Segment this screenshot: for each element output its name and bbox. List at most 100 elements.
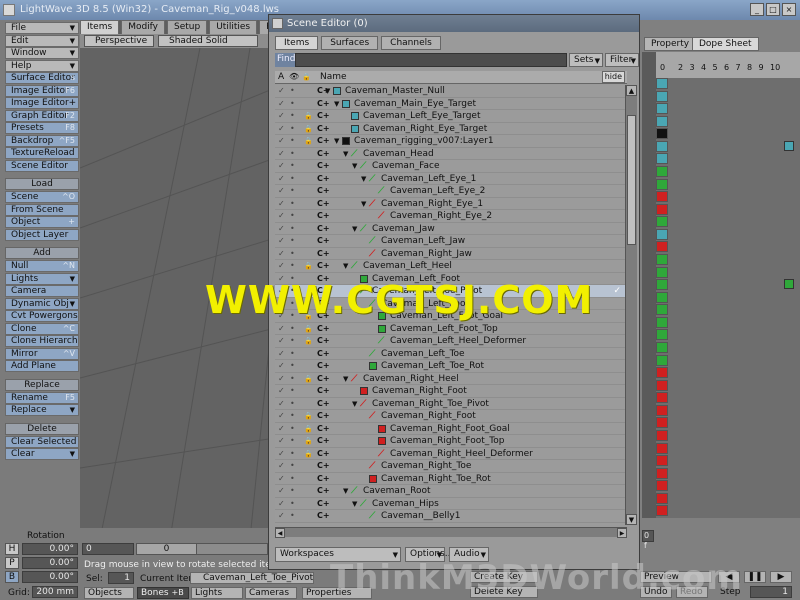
visibility-toggle-icon[interactable]: •: [290, 173, 298, 185]
hide-button[interactable]: hide: [601, 71, 625, 83]
scrollbar-thumb[interactable]: [627, 115, 636, 245]
left-btn-scene-editor[interactable]: Scene Editor: [5, 159, 79, 172]
scene-item-row[interactable]: ✓ • C+ ▼ Caveman_Main_Eye_Target: [275, 98, 625, 110]
active-check-icon[interactable]: ✓: [278, 348, 286, 360]
scene-item-row[interactable]: ✓ • C+ ⟋ Caveman_Left_Toe: [275, 348, 625, 360]
scroll-down-icon[interactable]: ▼: [626, 514, 637, 525]
visibility-toggle-icon[interactable]: •: [290, 373, 298, 385]
active-check-icon[interactable]: ✓: [278, 448, 286, 460]
scene-item-row[interactable]: ✓ • C+ Caveman_Right_Foot: [275, 385, 625, 398]
lock-toggle-icon[interactable]: 🔒: [304, 373, 313, 385]
scene-item-row[interactable]: ✓ • C+ ⟋ Caveman_Left_Eye_2: [275, 185, 625, 198]
dope-sheet-channel-cell[interactable]: [656, 266, 668, 278]
left-btn-clone-hierarchy[interactable]: Clone Hierarchy: [5, 335, 79, 347]
dope-sheet-channel-cell[interactable]: [656, 216, 668, 228]
scene-item-row[interactable]: ✓ • 🔒 C+ ▼ ⟋ Caveman_Right_Heel: [275, 373, 625, 385]
lock-toggle-icon[interactable]: 🔒: [304, 135, 313, 147]
play-forward-button[interactable]: ▶: [770, 571, 792, 583]
scene-item-row[interactable]: ✓ • C+ ▼ ⟋ Caveman_Jaw: [275, 223, 625, 235]
frame-field[interactable]: 0 f: [642, 530, 654, 550]
active-check-icon[interactable]: ✓: [278, 510, 286, 522]
dope-sheet-channel-cell[interactable]: [656, 442, 668, 454]
tab-property[interactable]: Property: [644, 37, 697, 51]
sets-dropdown[interactable]: Sets: [569, 53, 603, 67]
dope-sheet-channel-cell[interactable]: [656, 166, 668, 177]
p-rotation-field[interactable]: 0.00°: [22, 557, 78, 569]
visibility-toggle-icon[interactable]: •: [290, 285, 298, 297]
expand-triangle-icon[interactable]: ▼: [334, 135, 339, 147]
tab-utilities[interactable]: Utilities: [209, 20, 258, 34]
close-button[interactable]: ×: [782, 3, 796, 16]
visibility-toggle-icon[interactable]: •: [290, 473, 298, 485]
visibility-toggle-icon[interactable]: •: [290, 235, 298, 247]
list-vertical-scrollbar[interactable]: ▲ ▼: [625, 85, 637, 525]
visibility-toggle-icon[interactable]: •: [290, 273, 298, 285]
active-check-icon[interactable]: ✓: [278, 98, 286, 110]
cameras-button[interactable]: Cameras: [245, 587, 297, 599]
left-btn-dynamic-obj[interactable]: Dynamic Obj: [5, 297, 79, 310]
scene-item-row[interactable]: ✓ • C+ ▼ ⟋ Caveman_Head: [275, 148, 625, 160]
scene-item-row[interactable]: ✓ • C+ ⟋ Caveman__Belly1: [275, 510, 625, 523]
dope-sheet-channel-cell[interactable]: [656, 153, 668, 165]
scene-item-row[interactable]: ✓ • C+ Caveman_Right_Toe_Rot: [275, 473, 625, 485]
dope-sheet-channel-cell[interactable]: [656, 430, 668, 441]
dope-sheet-channel-cell[interactable]: [656, 191, 668, 203]
active-check-icon[interactable]: ✓: [278, 273, 286, 285]
dope-sheet-grid[interactable]: [656, 78, 800, 518]
tab-se-items[interactable]: Items: [275, 36, 319, 50]
visibility-toggle-icon[interactable]: •: [290, 460, 298, 472]
scene-item-row[interactable]: ✓ • 🔒 C+ ⟋ Caveman_Right_Heel_Deformer: [275, 448, 625, 460]
col-a[interactable]: A: [278, 71, 284, 83]
active-check-icon[interactable]: ✓: [278, 235, 286, 247]
left-btn-window[interactable]: Window: [5, 47, 79, 59]
left-btn-backdrop[interactable]: Backdrop ^F5: [5, 134, 79, 147]
active-check-icon[interactable]: ✓: [278, 110, 286, 122]
expand-triangle-icon[interactable]: ▼: [361, 173, 366, 185]
left-btn-image-editor[interactable]: Image Editor F6: [5, 84, 79, 97]
visibility-toggle-icon[interactable]: •: [290, 98, 298, 110]
visibility-toggle-icon[interactable]: •: [290, 385, 298, 397]
step-field[interactable]: 1: [750, 586, 792, 598]
visibility-toggle-icon[interactable]: •: [290, 160, 298, 172]
scene-item-row[interactable]: ✓ • C+ ▼ ⟋ Caveman_Root: [275, 485, 625, 498]
visibility-toggle-icon[interactable]: •: [290, 435, 298, 447]
left-btn-graph-editor[interactable]: Graph Editor F2: [5, 109, 79, 122]
scene-item-row[interactable]: ✓ • C+ ⟋ Caveman_Left_Foot: [275, 298, 625, 310]
preview-dropdown[interactable]: Preview: [640, 571, 712, 583]
redo-button[interactable]: Redo: [676, 586, 708, 598]
create-key-button[interactable]: Create Key: [470, 571, 538, 583]
active-check-icon[interactable]: ✓: [278, 323, 286, 335]
left-btn-rename[interactable]: Rename F5: [5, 391, 79, 404]
dope-sheet-ruler[interactable]: 0 2 3 4 5 6 7 8 9 10: [656, 52, 800, 78]
active-check-icon[interactable]: ✓: [278, 223, 286, 235]
scene-item-row[interactable]: ✓ • C+ ⟋ Caveman_Right_Jaw: [275, 248, 625, 260]
active-check-icon[interactable]: ✓: [278, 85, 286, 97]
scene-item-list[interactable]: ✓ • C+ ▼ Caveman_Master_Null ✓ • C+ ▼ Caveman_Mai…: [275, 85, 625, 525]
col-name[interactable]: Name: [320, 71, 347, 83]
active-check-icon[interactable]: ✓: [278, 148, 286, 160]
visibility-toggle-icon[interactable]: •: [290, 185, 298, 197]
timeline-slider[interactable]: 0: [136, 543, 268, 555]
left-btn-add-plane[interactable]: Add Plane: [5, 360, 79, 372]
perspective-viewport[interactable]: Perspective Shaded Solid: [80, 34, 275, 539]
scene-item-row[interactable]: ✓ • C+ Caveman_Left_Foot: [275, 273, 625, 285]
dope-sheet-channel-cell[interactable]: [656, 505, 668, 517]
scene-item-row[interactable]: ✓ • 🔒 C+ ▼ ⟋ Caveman_Left_Heel: [275, 260, 625, 273]
left-btn-help[interactable]: Help: [5, 59, 79, 72]
keyframe-marker[interactable]: [784, 140, 794, 151]
expand-triangle-icon[interactable]: ▼: [352, 223, 357, 235]
lock-toggle-icon[interactable]: 🔒: [304, 448, 313, 460]
active-check-icon[interactable]: ✓: [278, 373, 286, 385]
left-btn-object-layer[interactable]: Object Layer: [5, 228, 79, 241]
scene-item-row[interactable]: ✓ • 🔒 C+ Caveman_Right_Foot_Top: [275, 435, 625, 448]
dope-sheet-channel-cell[interactable]: [656, 379, 668, 391]
active-check-icon[interactable]: ✓: [278, 173, 286, 185]
visibility-toggle-icon[interactable]: •: [290, 360, 298, 372]
dope-sheet-channel-cell[interactable]: [656, 480, 668, 492]
lock-toggle-icon[interactable]: 🔒: [304, 110, 313, 122]
p-axis-button[interactable]: P: [5, 557, 19, 569]
scene-item-row[interactable]: ✓ • C+ ⟋ Caveman_Right_Eye_2: [275, 210, 625, 223]
visibility-toggle-icon[interactable]: •: [290, 410, 298, 422]
left-btn-lights[interactable]: Lights: [5, 272, 79, 285]
b-axis-button[interactable]: B: [5, 571, 19, 583]
